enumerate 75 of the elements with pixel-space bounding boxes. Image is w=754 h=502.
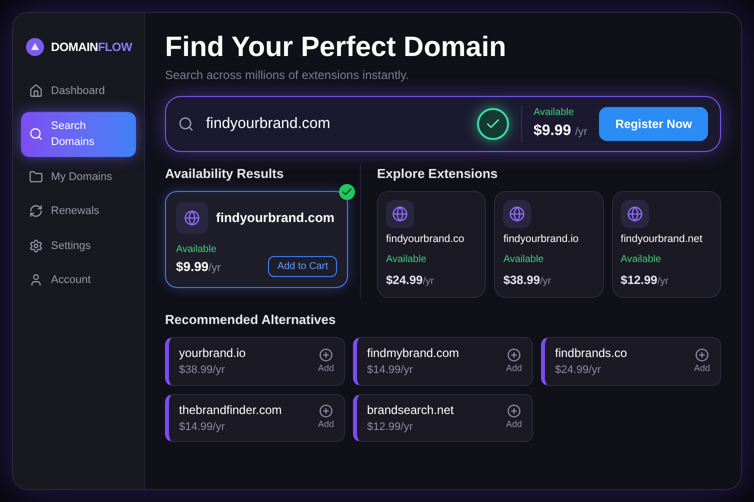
domain-name: findyourbrand.com — [216, 209, 334, 228]
domain-name: findyourbrand.net — [620, 232, 704, 247]
page-subtitle: Search across millions of extensions instantly. — [165, 67, 410, 84]
sidebar-item[interactable]: Settings — [21, 232, 136, 260]
domain-name: findmybrand.com — [367, 345, 460, 362]
sidebar-item[interactable]: Account — [21, 266, 136, 294]
settings-icon — [29, 238, 43, 253]
brand-name-accent: FLOW — [98, 39, 132, 56]
price: $14.99/yr — [179, 420, 226, 435]
domain-name: findyourbrand.co — [386, 232, 466, 247]
plus-icon — [318, 348, 333, 362]
availability-status: Available — [503, 252, 545, 267]
availability-status: Available — [386, 252, 428, 267]
price-unit: /yr — [657, 274, 668, 289]
availability-status: Available — [620, 252, 662, 267]
price: $24.99 — [386, 272, 423, 289]
alternative-card[interactable]: yourbrand.io $38.99/yr Add — [165, 337, 345, 386]
price: $9.99 — [534, 121, 572, 141]
plus-icon — [694, 348, 709, 362]
price: $9.99 — [176, 258, 209, 276]
extension-card[interactable]: findyourbrand.net Available $12.99/yr — [612, 191, 721, 298]
price-unit: /yr — [422, 274, 434, 289]
add-to-cart-button[interactable]: Add to Cart — [268, 256, 337, 276]
availability-status: Available — [534, 106, 575, 120]
brand-name: DOMAIN — [51, 39, 98, 56]
add-button[interactable]: Add — [694, 348, 710, 376]
alternative-card[interactable]: brandsearch.net $12.99/yr Add — [353, 394, 533, 442]
extension-card[interactable]: findyourbrand.co Available $24.99/yr — [377, 191, 486, 298]
user-icon — [29, 273, 43, 288]
sidebar-item[interactable]: Search Domains — [21, 112, 136, 156]
search-field[interactable]: findyourbrand.com — [206, 112, 465, 135]
folder-icon — [29, 170, 43, 184]
globe-icon — [386, 200, 414, 228]
add-button[interactable]: Add — [506, 404, 522, 432]
plus-icon — [506, 404, 521, 418]
price: $12.99/yr — [367, 420, 414, 435]
availability-status: Available — [176, 243, 218, 257]
sidebar-item[interactable]: Dashboard — [21, 77, 136, 106]
domain-name: yourbrand.io — [179, 345, 246, 362]
add-button[interactable]: Add — [506, 348, 522, 376]
extension-card[interactable]: findyourbrand.io Available $38.99/yr — [494, 191, 604, 298]
globe-icon — [176, 202, 208, 234]
add-button[interactable]: Add — [318, 348, 334, 376]
price-unit: /yr — [208, 261, 221, 276]
domain-name: brandsearch.net — [367, 402, 454, 419]
register-now-button[interactable]: Register Now — [599, 106, 708, 141]
price: $12.99 — [620, 272, 658, 289]
search-icon — [29, 127, 43, 141]
price: $38.99 — [503, 272, 540, 289]
search-icon — [178, 116, 194, 132]
page-title: Find Your Perfect Domain — [165, 30, 508, 64]
plus-icon — [506, 348, 521, 362]
price: $14.99/yr — [367, 363, 414, 378]
domain-name: thebrandfinder.com — [179, 402, 282, 419]
domain-name: findbrands.co — [555, 345, 628, 362]
sidebar-item[interactable]: Renewals — [21, 197, 136, 226]
globe-icon — [503, 200, 532, 228]
price: $24.99/yr — [555, 363, 602, 378]
section-heading: Recommended Alternatives — [165, 310, 337, 329]
section-heading: Explore Extensions — [377, 164, 499, 183]
add-button[interactable]: Add — [318, 404, 334, 432]
section-heading: Availability Results — [165, 164, 285, 183]
price-unit: /yr — [540, 274, 552, 289]
home-icon — [29, 84, 43, 98]
alternative-card[interactable]: findbrands.co $24.99/yr Add — [541, 337, 721, 386]
plus-icon — [318, 404, 333, 418]
globe-icon — [620, 200, 649, 228]
logo-icon — [25, 37, 45, 57]
alternative-card[interactable]: findmybrand.com $14.99/yr Add — [353, 337, 533, 386]
price: $38.99/yr — [179, 363, 226, 378]
sidebar-item[interactable]: My Domains — [21, 162, 136, 191]
domain-name: findyourbrand.io — [503, 232, 580, 247]
alternative-card[interactable]: thebrandfinder.com $14.99/yr Add — [165, 394, 345, 442]
refresh-icon — [29, 204, 43, 218]
price-unit: /yr — [575, 125, 588, 140]
